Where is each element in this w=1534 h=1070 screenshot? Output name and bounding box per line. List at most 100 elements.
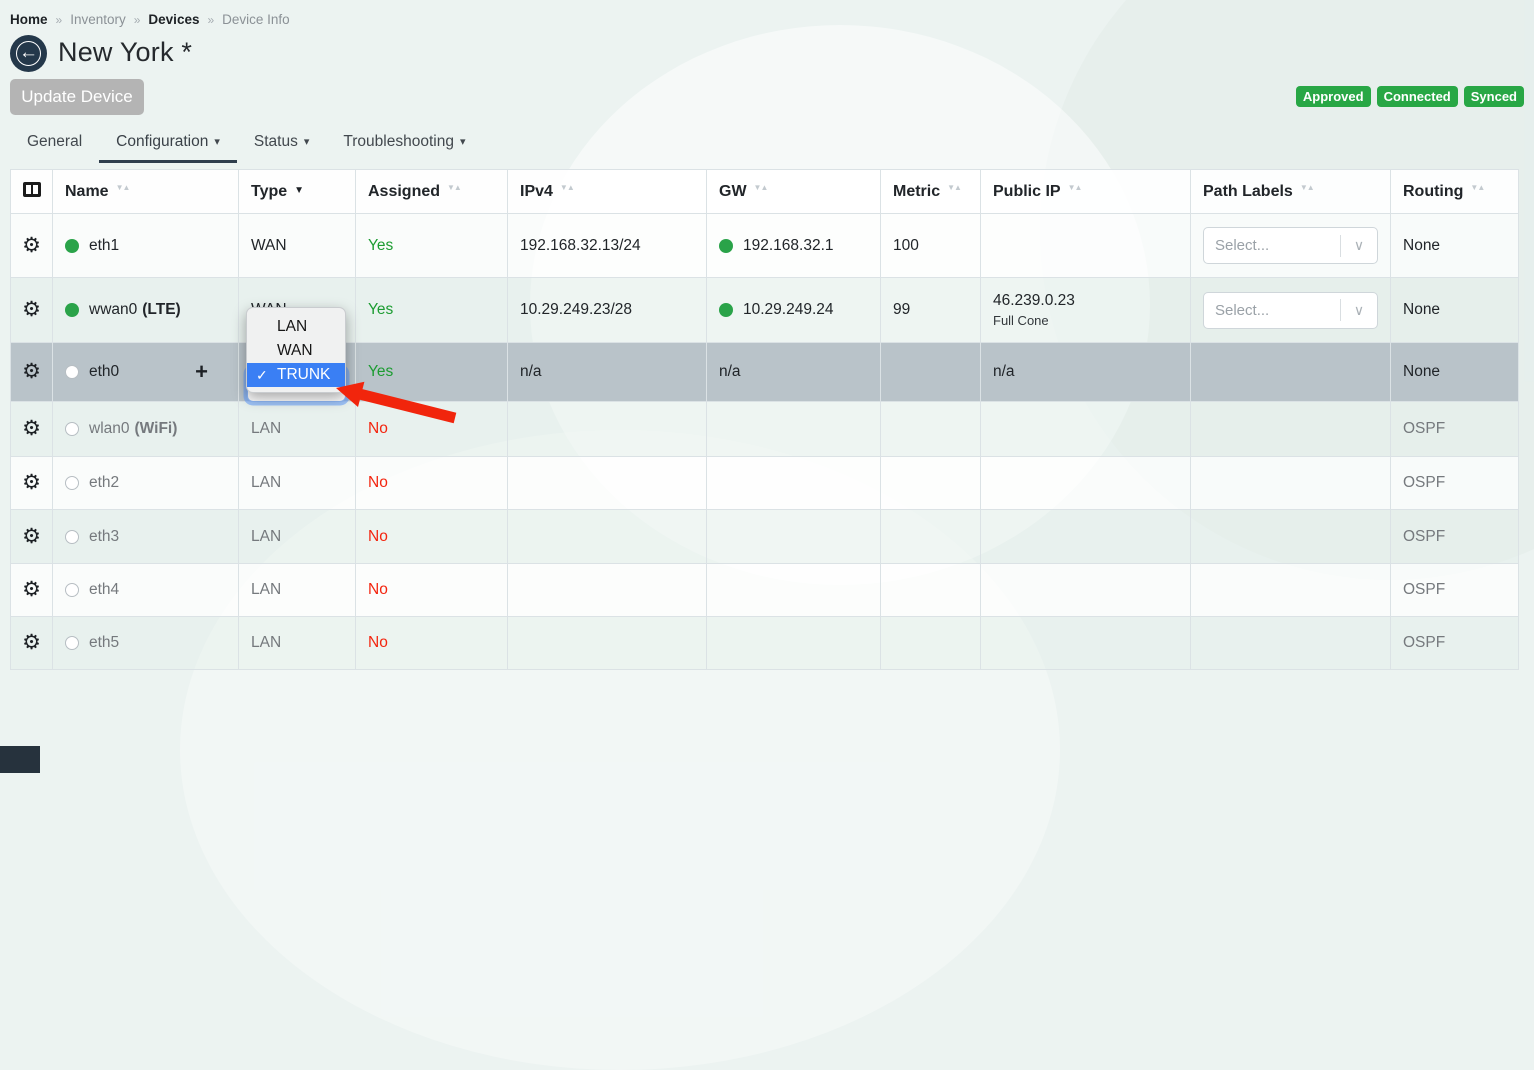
sort-icon[interactable]: ▼▲: [1300, 183, 1314, 192]
type-cell[interactable]: LAN: [239, 457, 356, 510]
type-cell[interactable]: LAN: [239, 564, 356, 617]
breadcrumb-devices[interactable]: Devices: [148, 12, 199, 27]
status-up-icon: [65, 239, 79, 253]
gear-icon[interactable]: ⚙: [22, 360, 41, 383]
routing-cell: None: [1391, 343, 1519, 402]
gear-icon[interactable]: ⚙: [22, 298, 41, 321]
update-device-button[interactable]: Update Device: [10, 79, 144, 115]
status-empty-icon: [65, 365, 79, 379]
routing-value: OSPF: [1403, 528, 1445, 545]
public-ip-cell: [981, 457, 1191, 510]
breadcrumb-inventory[interactable]: Inventory: [70, 12, 126, 27]
sort-icon[interactable]: ▼▲: [116, 183, 130, 192]
status-up-icon: [65, 303, 79, 317]
interface-row-wwan0[interactable]: ⚙wwan0(LTE)WANYes10.29.249.23/2810.29.24…: [11, 278, 1519, 343]
breadcrumb-separator: »: [207, 13, 214, 27]
interface-row-eth4[interactable]: ⚙eth4LANNoOSPF: [11, 564, 1519, 617]
interface-row-eth0[interactable]: ⚙eth0+Yesn/an/an/aNone: [11, 343, 1519, 402]
gear-icon[interactable]: ⚙: [22, 631, 41, 654]
breadcrumb-separator: »: [134, 13, 141, 27]
tab-general[interactable]: General: [10, 123, 99, 163]
column-header-path-labels[interactable]: Path Labels▼▲: [1191, 170, 1391, 214]
sort-icon[interactable]: ▼▲: [947, 183, 961, 192]
path-labels-cell: [1191, 343, 1391, 402]
path-labels-cell: Select...∨: [1191, 278, 1391, 343]
interface-row-wlan0[interactable]: ⚙wlan0(WiFi)LANNoOSPF: [11, 402, 1519, 457]
sort-icon[interactable]: ▼: [294, 185, 304, 196]
gear-icon[interactable]: ⚙: [22, 578, 41, 601]
row-settings-cell: ⚙: [11, 402, 53, 457]
gw-value: 192.168.32.1: [743, 237, 834, 255]
assigned-cell: Yes: [356, 278, 508, 343]
gear-icon[interactable]: ⚙: [22, 471, 41, 494]
chevron-down-icon[interactable]: ∨: [1341, 237, 1377, 254]
status-empty-icon: [65, 636, 79, 650]
tab-configuration[interactable]: Configuration▾: [99, 123, 237, 163]
chevron-down-icon[interactable]: ∨: [1341, 302, 1377, 319]
routing-value: OSPF: [1403, 474, 1445, 491]
path-labels-cell: [1191, 402, 1391, 457]
sort-icon[interactable]: ▼▲: [447, 183, 461, 192]
name-cell: eth4: [53, 564, 239, 617]
column-header-assigned[interactable]: Assigned▼▲: [356, 170, 508, 214]
column-header-gw[interactable]: GW▼▲: [707, 170, 881, 214]
column-header-metric[interactable]: Metric▼▲: [881, 170, 981, 214]
gw-cell: 10.29.249.24: [707, 278, 881, 343]
assigned-value: Yes: [368, 237, 393, 254]
type-cell[interactable]: WAN: [239, 214, 356, 278]
type-option-wan[interactable]: WAN: [247, 339, 345, 363]
column-header-public-ip[interactable]: Public IP▼▲: [981, 170, 1191, 214]
type-cell[interactable]: LAN: [239, 617, 356, 670]
type-value: LAN: [251, 420, 281, 437]
interface-name: eth0: [89, 363, 119, 381]
sort-icon[interactable]: ▼▲: [754, 183, 768, 192]
name-cell: eth5: [53, 617, 239, 670]
breadcrumb-home[interactable]: Home: [10, 12, 48, 27]
routing-value: OSPF: [1403, 420, 1445, 437]
back-button[interactable]: ←: [10, 35, 47, 72]
ipv4-cell: [508, 402, 707, 457]
sort-icon[interactable]: ▼▲: [560, 183, 574, 192]
caret-down-icon: ▾: [214, 136, 220, 148]
column-header-ipv4[interactable]: IPv4▼▲: [508, 170, 707, 214]
column-header-name[interactable]: Name▼▲: [53, 170, 239, 214]
assigned-value: No: [368, 474, 388, 491]
type-cell[interactable]: LAN: [239, 402, 356, 457]
path-labels-placeholder: Select...: [1204, 237, 1340, 254]
device-tabs: General Configuration▾ Status▾ Troublesh…: [10, 123, 483, 163]
type-cell[interactable]: LAN: [239, 510, 356, 564]
path-labels-cell: [1191, 564, 1391, 617]
sort-icon[interactable]: ▼▲: [1068, 183, 1082, 192]
metric-cell: 100: [881, 214, 981, 278]
metric-cell: [881, 402, 981, 457]
interface-row-eth2[interactable]: ⚙eth2LANNoOSPF: [11, 457, 1519, 510]
public-ip-value: n/a: [993, 363, 1178, 381]
gear-icon[interactable]: ⚙: [22, 234, 41, 257]
routing-cell: OSPF: [1391, 402, 1519, 457]
tab-status[interactable]: Status▾: [237, 123, 326, 163]
gear-icon[interactable]: ⚙: [22, 525, 41, 548]
routing-value: None: [1403, 363, 1440, 380]
interface-row-eth5[interactable]: ⚙eth5LANNoOSPF: [11, 617, 1519, 670]
status-empty-icon: [65, 476, 79, 490]
interface-name: wwan0(LTE): [89, 301, 181, 319]
assigned-cell: No: [356, 402, 508, 457]
interface-row-eth3[interactable]: ⚙eth3LANNoOSPF: [11, 510, 1519, 564]
nat-type-value: Full Cone: [993, 313, 1178, 328]
row-settings-cell: ⚙: [11, 510, 53, 564]
sort-icon[interactable]: ▼▲: [1470, 183, 1484, 192]
approved-badge: Approved: [1296, 86, 1371, 107]
path-labels-select[interactable]: Select...∨: [1203, 227, 1378, 264]
column-header-routing[interactable]: Routing▼▲: [1391, 170, 1519, 214]
bottom-left-corner-widget: [0, 746, 40, 773]
gear-icon[interactable]: ⚙: [22, 417, 41, 440]
columns-picker-button[interactable]: [11, 170, 53, 214]
type-option-lan[interactable]: LAN: [247, 315, 345, 339]
column-header-type[interactable]: Type▼: [239, 170, 356, 214]
path-labels-select[interactable]: Select...∨: [1203, 292, 1378, 329]
type-option-trunk[interactable]: ✓TRUNK: [247, 363, 345, 387]
interface-row-eth1[interactable]: ⚙eth1WANYes192.168.32.13/24192.168.32.11…: [11, 214, 1519, 278]
ipv4-cell: [508, 457, 707, 510]
tab-troubleshooting[interactable]: Troubleshooting▾: [326, 123, 482, 163]
add-subinterface-icon[interactable]: +: [195, 359, 208, 385]
